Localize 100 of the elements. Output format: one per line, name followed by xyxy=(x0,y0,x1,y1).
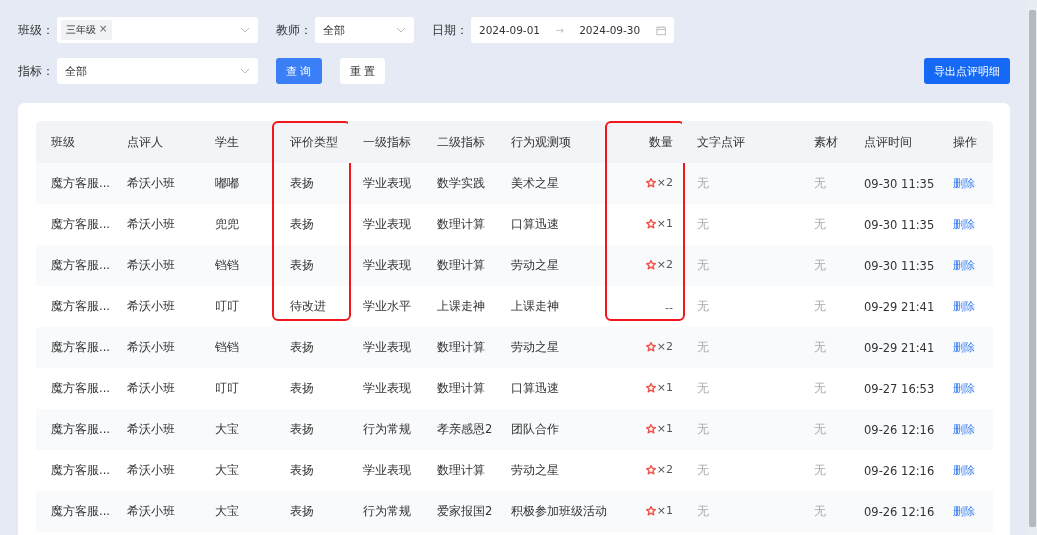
quantity: ×1 xyxy=(645,504,673,518)
table-cell: 希沃小班 xyxy=(112,204,200,245)
table-cell: 劳动之星 xyxy=(496,450,608,491)
delete-link[interactable]: 删除 xyxy=(953,259,975,272)
table-cell: 表扬 xyxy=(275,327,348,368)
quantity: ×2 xyxy=(645,463,673,477)
table-cell: 数理计算 xyxy=(422,368,496,409)
table-cell: 学业水平 xyxy=(348,286,422,327)
column-header: 素材 xyxy=(799,121,849,163)
delete-link[interactable]: 删除 xyxy=(953,505,975,518)
table-cell: 无 xyxy=(799,491,849,532)
table-cell: 无 xyxy=(682,368,799,409)
table-cell: 学业表现 xyxy=(348,204,422,245)
class-select[interactable]: 三年级 × xyxy=(57,17,258,43)
table-cell: 希沃小班 xyxy=(112,368,200,409)
delete-link[interactable]: 删除 xyxy=(953,464,975,477)
table-cell: 无 xyxy=(799,163,849,204)
table-cell: 叮叮 xyxy=(200,286,275,327)
table-cell: 表扬 xyxy=(275,368,348,409)
teacher-select[interactable]: 全部 xyxy=(315,17,414,43)
column-header: 操作 xyxy=(938,121,993,163)
delete-link[interactable]: 删除 xyxy=(953,382,975,395)
table-cell: 无 xyxy=(682,204,799,245)
chevron-down-icon xyxy=(240,68,250,74)
table-cell: 希沃小班 xyxy=(112,286,200,327)
table-cell: 爱家报国2 xyxy=(422,491,496,532)
table-cell: 表扬 xyxy=(275,163,348,204)
table-cell: 学业表现 xyxy=(348,245,422,286)
table-cell: 数理计算 xyxy=(422,245,496,286)
query-button[interactable]: 查 询 xyxy=(276,58,322,84)
table-cell: 无 xyxy=(682,245,799,286)
table-cell: 魔方客服... xyxy=(36,163,112,204)
table-cell: 行为常规 xyxy=(348,491,422,532)
table-cell: 无 xyxy=(799,245,849,286)
table-cell: 无 xyxy=(682,491,799,532)
scrollbar[interactable] xyxy=(1028,0,1037,535)
table-cell: 学业表现 xyxy=(348,368,422,409)
reset-button[interactable]: 重 置 xyxy=(339,58,385,84)
teacher-label: 教师： xyxy=(276,21,313,39)
indicator-select[interactable]: 全部 xyxy=(57,58,258,84)
table-cell: 无 xyxy=(799,450,849,491)
delete-link[interactable]: 删除 xyxy=(953,423,975,436)
quantity: ×2 xyxy=(645,340,673,354)
table-cell: 美术之星 xyxy=(496,163,608,204)
table-cell: 劳动之星 xyxy=(496,327,608,368)
table-cell: 09-26 12:16 xyxy=(849,409,938,450)
table-cell: 口算迅速 xyxy=(496,204,608,245)
column-header: 点评时间 xyxy=(849,121,938,163)
class-label: 班级： xyxy=(18,21,55,39)
table-cell: 口算迅速 xyxy=(496,368,608,409)
quantity: -- xyxy=(665,300,673,314)
delete-link[interactable]: 删除 xyxy=(953,300,975,313)
table-cell: 09-27 16:53 xyxy=(849,368,938,409)
table-cell: 劳动之星 xyxy=(496,245,608,286)
quantity: ×1 xyxy=(645,217,673,231)
table-cell: 积极参加班级活动 xyxy=(496,491,608,532)
table-cell: 无 xyxy=(799,204,849,245)
delete-link[interactable]: 删除 xyxy=(953,341,975,354)
table-cell: 无 xyxy=(799,286,849,327)
table-cell: 09-26 12:16 xyxy=(849,491,938,532)
table-cell: 学业表现 xyxy=(348,327,422,368)
table-cell: 09-29 21:41 xyxy=(849,327,938,368)
table-cell: 魔方客服... xyxy=(36,409,112,450)
chevron-down-icon xyxy=(240,27,250,33)
delete-link[interactable]: 删除 xyxy=(953,177,975,190)
table-cell: 叮叮 xyxy=(200,368,275,409)
table-cell: 兜兜 xyxy=(200,204,275,245)
table-cell: 嘟嘟 xyxy=(200,163,275,204)
table-cell: 铛铛 xyxy=(200,327,275,368)
table-cell: 表扬 xyxy=(275,491,348,532)
table-cell: 表扬 xyxy=(275,409,348,450)
remove-tag-button[interactable]: × xyxy=(99,23,108,37)
table-cell: 孝亲感恩2 xyxy=(422,409,496,450)
column-header: 班级 xyxy=(36,121,112,163)
table-cell: 数理计算 xyxy=(422,327,496,368)
table-cell: 表扬 xyxy=(275,245,348,286)
table-cell: 大宝 xyxy=(200,491,275,532)
teacher-value: 全部 xyxy=(322,22,345,38)
delete-link[interactable]: 删除 xyxy=(953,218,975,231)
indicator-value: 全部 xyxy=(64,63,87,79)
column-header: 二级指标 xyxy=(422,121,496,163)
table-cell: 铛铛 xyxy=(200,245,275,286)
export-button[interactable]: 导出点评明细 xyxy=(924,58,1010,84)
chevron-down-icon xyxy=(396,27,406,33)
table-cell: 希沃小班 xyxy=(112,245,200,286)
quantity: ×2 xyxy=(645,176,673,190)
table-cell: 无 xyxy=(682,327,799,368)
table-cell: 魔方客服... xyxy=(36,327,112,368)
table-cell: 魔方客服... xyxy=(36,491,112,532)
indicator-label: 指标： xyxy=(18,62,55,80)
table-cell: 希沃小班 xyxy=(112,491,200,532)
table-cell: 数理计算 xyxy=(422,450,496,491)
table-cell: 待改进 xyxy=(275,286,348,327)
table-cell: 魔方客服... xyxy=(36,245,112,286)
table-cell: 无 xyxy=(799,409,849,450)
column-header: 学生 xyxy=(200,121,275,163)
table-cell: 魔方客服... xyxy=(36,368,112,409)
class-tag: 三年级 × xyxy=(61,20,113,40)
date-range-field[interactable]: 2024-09-01 → 2024-09-30 xyxy=(471,17,674,43)
column-header: 一级指标 xyxy=(348,121,422,163)
